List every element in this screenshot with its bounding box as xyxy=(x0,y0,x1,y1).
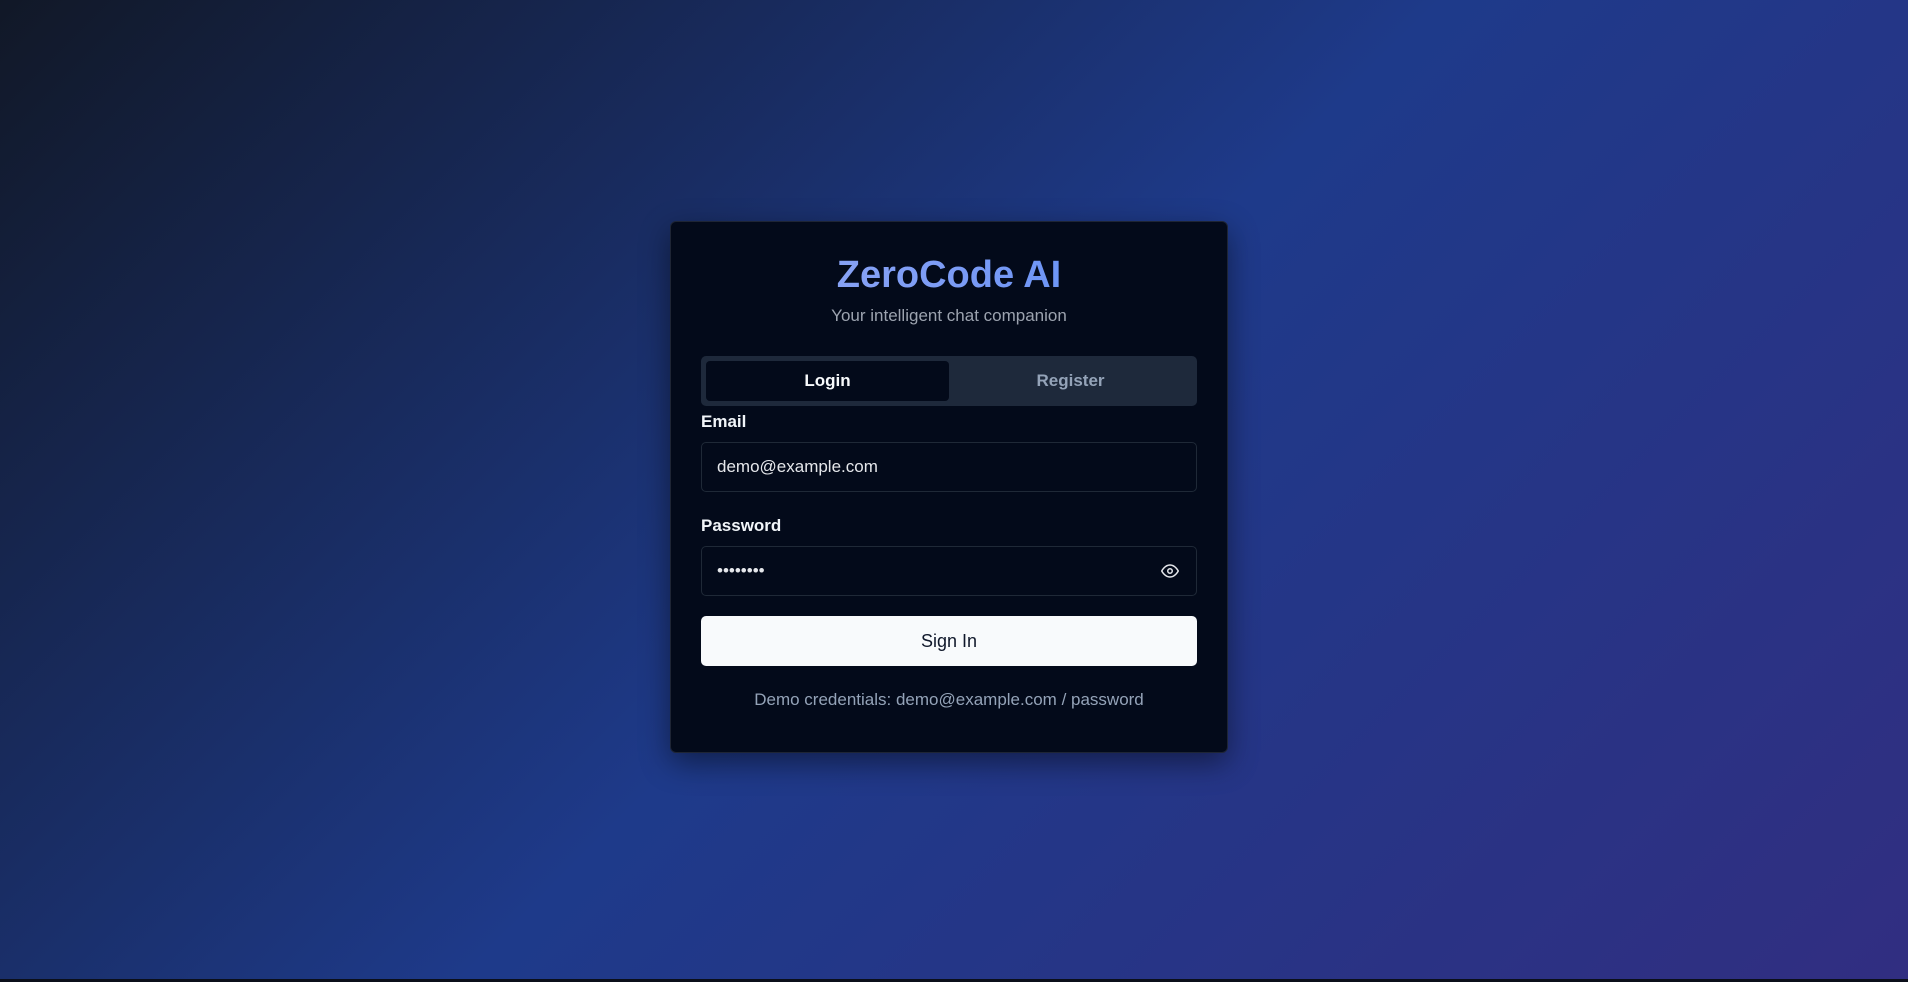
app-title: ZeroCode AI xyxy=(701,252,1197,298)
auth-tabs: Login Register xyxy=(701,356,1197,406)
password-field-wrapper xyxy=(701,546,1197,596)
tab-login[interactable]: Login xyxy=(706,361,949,401)
email-field-wrapper xyxy=(701,442,1197,492)
email-field[interactable] xyxy=(717,457,1181,477)
login-card: ZeroCode AI Your intelligent chat compan… xyxy=(670,221,1228,753)
email-label: Email xyxy=(701,412,747,431)
sign-in-button[interactable]: Sign In xyxy=(701,616,1197,666)
tab-register[interactable]: Register xyxy=(949,361,1192,401)
demo-credentials-note: Demo credentials: demo@example.com / pas… xyxy=(754,690,1144,709)
eye-icon[interactable] xyxy=(1159,560,1181,582)
password-label: Password xyxy=(701,516,782,535)
app-subtitle: Your intelligent chat companion xyxy=(831,306,1067,325)
password-field[interactable] xyxy=(717,561,1159,581)
